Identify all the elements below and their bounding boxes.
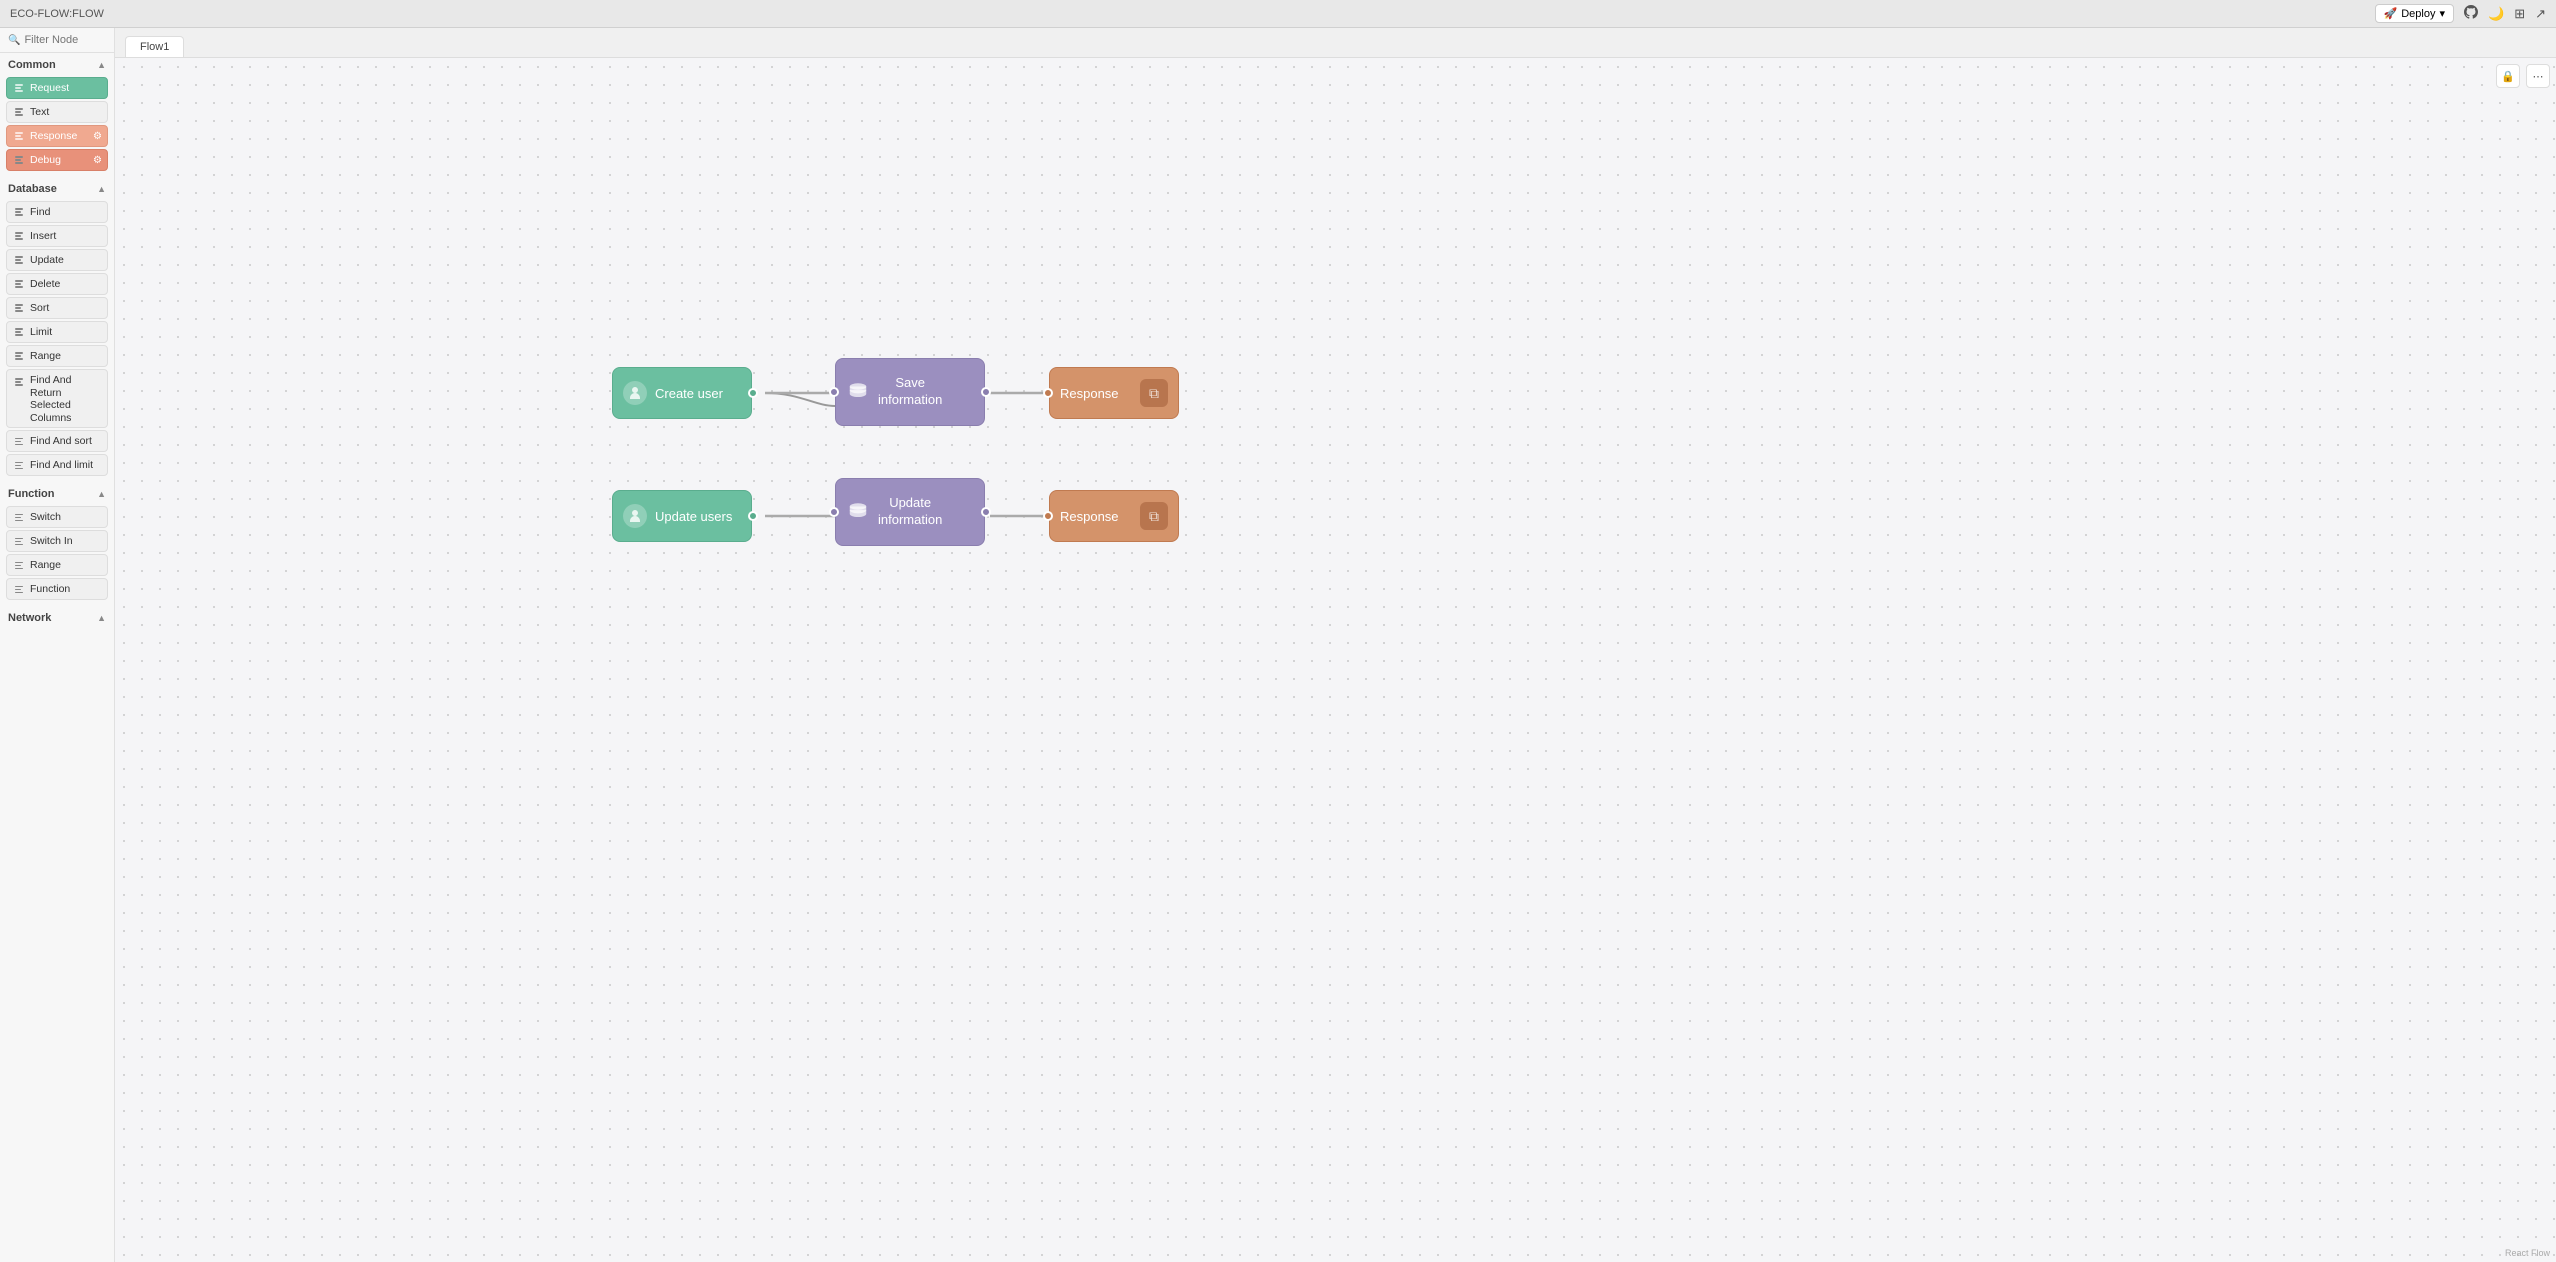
sidebar-item-text[interactable]: Text — [6, 101, 108, 123]
topbar-actions: 🚀 Deploy ▾ 🌙 ⊞ ↗ — [2375, 4, 2546, 23]
sidebar-item-debug[interactable]: Debug ⚙ — [6, 149, 108, 171]
tab-flow1[interactable]: Flow1 — [125, 36, 184, 57]
save-info-node[interactable]: Save information — [835, 358, 985, 426]
lock-button[interactable]: 🔒 — [2496, 64, 2520, 88]
response1-node[interactable]: Response ⧉ — [1049, 367, 1179, 419]
flow-area: Flow1 Create — [115, 28, 2556, 1262]
chevron-icon: ▲ — [97, 489, 106, 499]
update-users-node[interactable]: Update users — [612, 490, 752, 542]
section-function[interactable]: Function ▲ — [0, 482, 114, 504]
chevron-icon: ▲ — [97, 613, 106, 623]
response-icon: ⧉ — [1140, 379, 1168, 407]
search-icon: 🔍 — [8, 35, 20, 46]
sidebar: 🔍 Common ▲ Request Text Response ⚙ — [0, 28, 115, 1262]
connections-svg — [115, 58, 2556, 1262]
sidebar-item-delete[interactable]: Delete — [6, 273, 108, 295]
section-database[interactable]: Database ▲ — [0, 177, 114, 199]
handle-left — [1043, 511, 1053, 521]
sidebar-item-request[interactable]: Request — [6, 77, 108, 99]
app-title: ECO-FLOW:FLOW — [10, 8, 104, 20]
section-network[interactable]: Network ▲ — [0, 606, 114, 628]
common-items: Request Text Response ⚙ Debug ⚙ — [0, 75, 114, 177]
chevron-icon: ▲ — [97, 184, 106, 194]
create-user-node[interactable]: Create user — [612, 367, 752, 419]
sidebar-item-find[interactable]: Find — [6, 201, 108, 223]
node-label: Update information — [878, 495, 942, 529]
db-icon — [846, 500, 870, 524]
handle-right — [981, 387, 991, 397]
sidebar-item-switch-in[interactable]: Switch In — [6, 530, 108, 552]
node-label: Create user — [655, 386, 723, 401]
sidebar-item-find-return[interactable]: Find And Return Selected Columns — [6, 369, 108, 428]
sidebar-item-range[interactable]: Range — [6, 345, 108, 367]
node-icon — [623, 381, 647, 405]
deploy-button[interactable]: 🚀 Deploy ▾ — [2375, 4, 2454, 23]
handle-right — [748, 388, 758, 398]
chevron-icon: ▲ — [97, 60, 106, 70]
topbar: ECO-FLOW:FLOW 🚀 Deploy ▾ 🌙 ⊞ ↗ — [0, 0, 2556, 28]
update-info-node[interactable]: Update information — [835, 478, 985, 546]
handle-right — [748, 511, 758, 521]
main-layout: 🔍 Common ▲ Request Text Response ⚙ — [0, 28, 2556, 1262]
node-label: Update users — [655, 509, 732, 524]
function-items: Switch Switch In Range Function — [0, 504, 114, 606]
db-icon — [846, 380, 870, 404]
sidebar-item-range2[interactable]: Range — [6, 554, 108, 576]
search-box[interactable]: 🔍 — [0, 28, 114, 53]
database-items: Find Insert Update Delete Sort Limit — [0, 199, 114, 482]
node-label: Save information — [878, 375, 942, 409]
react-flow-label: React Flow — [2505, 1248, 2550, 1258]
moon-icon[interactable]: 🌙 — [2488, 6, 2504, 22]
settings-button[interactable]: ⋯ — [2526, 64, 2550, 88]
sidebar-item-insert[interactable]: Insert — [6, 225, 108, 247]
node-label: Response — [1060, 509, 1119, 524]
share-icon[interactable]: ↗ — [2535, 6, 2546, 22]
sidebar-item-switch[interactable]: Switch — [6, 506, 108, 528]
sidebar-item-find-sort[interactable]: Find And sort — [6, 430, 108, 452]
node-icon — [623, 504, 647, 528]
canvas-controls: 🔒 ⋯ — [2496, 64, 2550, 88]
rocket-icon: 🚀 — [2384, 7, 2398, 20]
handle-left — [1043, 388, 1053, 398]
grid-icon[interactable]: ⊞ — [2514, 6, 2525, 22]
sidebar-item-function[interactable]: Function — [6, 578, 108, 600]
node-label: Response — [1060, 386, 1119, 401]
sidebar-item-response[interactable]: Response ⚙ — [6, 125, 108, 147]
section-common[interactable]: Common ▲ — [0, 53, 114, 75]
tab-bar: Flow1 — [115, 28, 2556, 58]
sidebar-item-find-limit[interactable]: Find And limit — [6, 454, 108, 476]
sidebar-item-sort[interactable]: Sort — [6, 297, 108, 319]
canvas[interactable]: Create user Save information — [115, 58, 2556, 1262]
sidebar-item-update[interactable]: Update — [6, 249, 108, 271]
handle-left — [829, 387, 839, 397]
handle-right — [981, 507, 991, 517]
sidebar-item-limit[interactable]: Limit — [6, 321, 108, 343]
handle-left — [829, 507, 839, 517]
search-input[interactable] — [24, 34, 106, 46]
response2-node[interactable]: Response ⧉ — [1049, 490, 1179, 542]
chevron-down-icon: ▾ — [2439, 7, 2445, 20]
github-icon[interactable] — [2464, 5, 2478, 22]
response-icon: ⧉ — [1140, 502, 1168, 530]
